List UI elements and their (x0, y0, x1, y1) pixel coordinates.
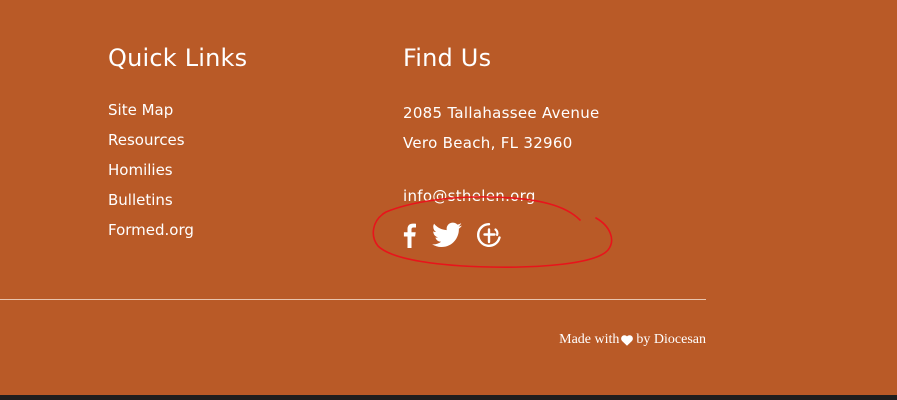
quick-links-list: Site Map Resources Homilies Bulletins Fo… (108, 100, 194, 250)
footer-divider (0, 299, 706, 300)
twitter-icon (432, 222, 462, 247)
list-item: Resources (108, 130, 194, 160)
facebook-link[interactable] (400, 222, 418, 248)
diocesan-link[interactable] (476, 222, 502, 248)
list-item: Formed.org (108, 220, 194, 250)
address-block: 2085 Tallahassee Avenue Vero Beach, FL 3… (403, 98, 600, 158)
facebook-icon (403, 223, 416, 248)
list-item: Homilies (108, 160, 194, 190)
address-line-2: Vero Beach, FL 32960 (403, 134, 573, 152)
made-with-text: Made with (559, 332, 620, 347)
list-item: Bulletins (108, 190, 194, 220)
site-map-link[interactable]: Site Map (108, 101, 173, 119)
resources-link[interactable]: Resources (108, 131, 185, 149)
homilies-link[interactable]: Homilies (108, 161, 173, 179)
formed-link[interactable]: Formed.org (108, 221, 194, 239)
heart-icon (621, 334, 634, 346)
find-us-title: Find Us (403, 44, 492, 72)
diocesan-credit-link[interactable]: by Diocesan (636, 332, 706, 348)
quick-links-title: Quick Links (108, 44, 248, 72)
social-links (400, 220, 516, 250)
address-line-1: 2085 Tallahassee Avenue (403, 104, 600, 122)
twitter-link[interactable] (432, 222, 462, 248)
email-link[interactable]: info@sthelen.org (403, 186, 536, 206)
made-with-credit: Made with by Diocesan (559, 332, 706, 348)
bottom-bar (0, 395, 897, 400)
list-item: Site Map (108, 100, 194, 130)
diocesan-cross-icon (477, 223, 501, 247)
bulletins-link[interactable]: Bulletins (108, 191, 173, 209)
